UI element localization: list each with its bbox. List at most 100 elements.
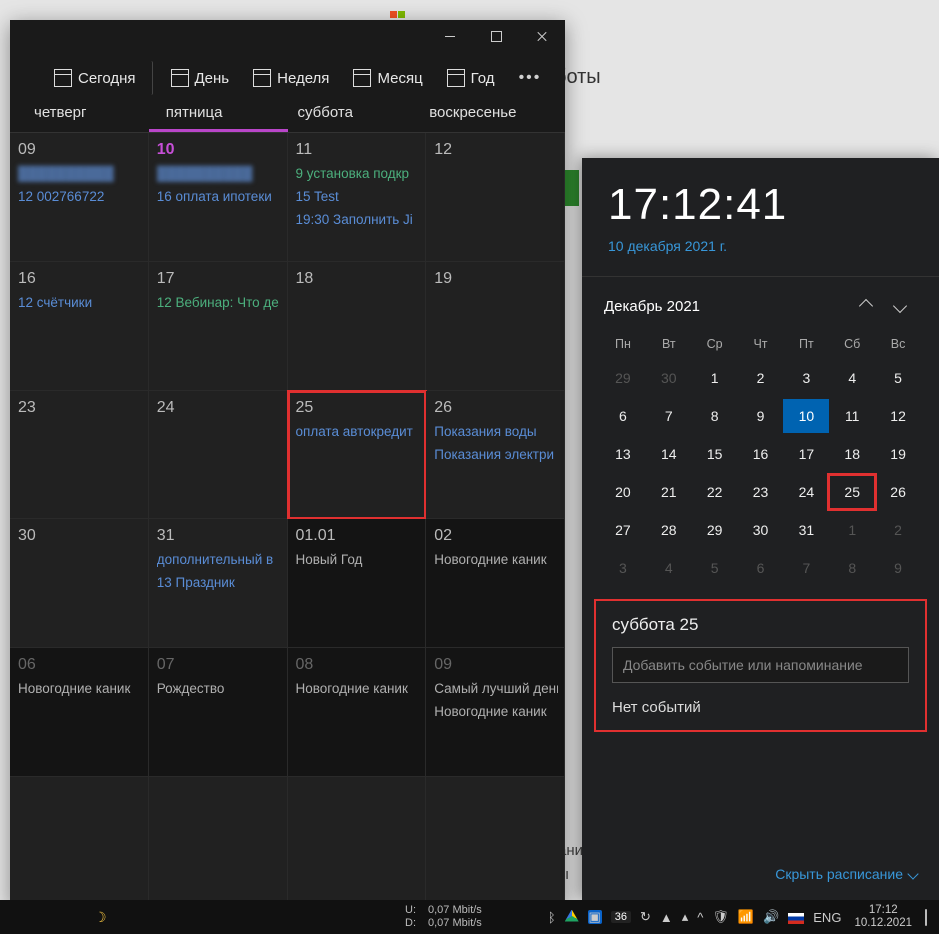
language-flag-icon[interactable] bbox=[788, 910, 804, 925]
calendar-cell[interactable]: 08Новогодние каник bbox=[288, 648, 427, 777]
window-maximize-button[interactable] bbox=[473, 20, 519, 52]
event-item[interactable]: 12 Вебинар: Что де bbox=[157, 292, 281, 315]
moon-icon[interactable]: ☽ bbox=[94, 909, 107, 926]
mini-day[interactable]: 20 bbox=[600, 475, 646, 509]
view-year-button[interactable]: Год bbox=[437, 61, 505, 95]
mini-day[interactable]: 29 bbox=[600, 361, 646, 395]
calendar-cell[interactable]: 12 bbox=[426, 133, 565, 262]
tray-app-icon[interactable]: ▲ bbox=[660, 910, 673, 925]
mini-day[interactable]: 5 bbox=[692, 551, 738, 585]
more-button[interactable]: ••• bbox=[509, 61, 552, 95]
event-item[interactable]: Новогодние каник bbox=[18, 678, 142, 701]
event-item[interactable]: ██████████ bbox=[18, 163, 142, 186]
event-item[interactable]: ██████████ bbox=[157, 163, 281, 186]
mini-day[interactable]: 7 bbox=[646, 399, 692, 433]
event-item[interactable]: Показания воды bbox=[434, 421, 558, 444]
mini-day[interactable]: 7 bbox=[783, 551, 829, 585]
calendar-cell[interactable]: 119 установка подкр15 Test19:30 Заполнит… bbox=[288, 133, 427, 262]
mini-day[interactable]: 9 bbox=[738, 399, 784, 433]
hide-schedule-link[interactable]: Скрыть расписание bbox=[775, 866, 917, 882]
month-next-button[interactable] bbox=[883, 293, 917, 319]
volume-icon[interactable]: 🔊 bbox=[763, 909, 779, 925]
calendar-cell[interactable]: 02Новогодние каник bbox=[426, 519, 565, 648]
event-item[interactable]: Показания электри bbox=[434, 444, 558, 467]
calendar-cell[interactable]: 19 bbox=[426, 262, 565, 391]
calendar-cell[interactable] bbox=[288, 777, 427, 906]
event-item[interactable]: Новогодние каник bbox=[434, 701, 558, 724]
calendar-cell[interactable]: 07Рождество bbox=[149, 648, 288, 777]
calendar-cell[interactable]: 1612 счётчики bbox=[10, 262, 149, 391]
mini-day[interactable]: 26 bbox=[875, 475, 921, 509]
calendar-cell[interactable] bbox=[149, 777, 288, 906]
event-item[interactable]: Новогодние каник bbox=[434, 549, 558, 572]
mini-day[interactable]: 23 bbox=[738, 475, 784, 509]
calendar-cell[interactable]: 09██████████12 002766722 bbox=[10, 133, 149, 262]
event-item[interactable]: Новогодние каник bbox=[296, 678, 420, 701]
event-item[interactable]: 12 счётчики bbox=[18, 292, 142, 315]
mini-day[interactable]: 6 bbox=[600, 399, 646, 433]
mini-day[interactable]: 18 bbox=[829, 437, 875, 471]
mini-day[interactable]: 4 bbox=[646, 551, 692, 585]
mini-day[interactable]: 24 bbox=[783, 475, 829, 509]
mini-day[interactable]: 12 bbox=[875, 399, 921, 433]
language-indicator[interactable]: ENG bbox=[813, 910, 841, 925]
event-item[interactable]: 9 установка подкр bbox=[296, 163, 420, 186]
calendar-cell[interactable]: 18 bbox=[288, 262, 427, 391]
tray-app-icon[interactable]: ▴ bbox=[682, 909, 689, 925]
mini-day[interactable]: 17 bbox=[783, 437, 829, 471]
add-event-input[interactable] bbox=[612, 647, 909, 683]
mini-day[interactable]: 9 bbox=[875, 551, 921, 585]
window-minimize-button[interactable] bbox=[427, 20, 473, 52]
bluetooth-icon[interactable]: ᛒ bbox=[548, 910, 556, 925]
mini-day[interactable]: 5 bbox=[875, 361, 921, 395]
calendar-cell[interactable]: 1712 Вебинар: Что де bbox=[149, 262, 288, 391]
calendar-cell[interactable]: 01.01Новый Год bbox=[288, 519, 427, 648]
event-item[interactable]: 13 Праздник bbox=[157, 572, 281, 595]
calendar-cell[interactable]: 31дополнительный в13 Праздник bbox=[149, 519, 288, 648]
mini-day[interactable]: 22 bbox=[692, 475, 738, 509]
mini-day[interactable]: 16 bbox=[738, 437, 784, 471]
calendar-cell[interactable]: 30 bbox=[10, 519, 149, 648]
mini-day[interactable]: 8 bbox=[692, 399, 738, 433]
google-drive-icon[interactable] bbox=[565, 910, 579, 925]
event-item[interactable]: 12 002766722 bbox=[18, 186, 142, 209]
mini-day[interactable]: 10 bbox=[783, 399, 829, 433]
calendar-cell[interactable]: 26Показания водыПоказания электри bbox=[426, 391, 565, 520]
sync-icon[interactable]: ↻ bbox=[640, 909, 651, 925]
calendar-cell[interactable] bbox=[10, 777, 149, 906]
mini-day[interactable]: 13 bbox=[600, 437, 646, 471]
mini-day[interactable]: 8 bbox=[829, 551, 875, 585]
mini-day[interactable]: 11 bbox=[829, 399, 875, 433]
mini-day[interactable]: 2 bbox=[738, 361, 784, 395]
event-item[interactable]: оплата автокредит bbox=[296, 421, 420, 444]
event-item[interactable]: Рождество bbox=[157, 678, 281, 701]
event-item[interactable]: 15 Test bbox=[296, 186, 420, 209]
mini-day[interactable]: 4 bbox=[829, 361, 875, 395]
mini-day[interactable]: 29 bbox=[692, 513, 738, 547]
wifi-icon[interactable]: 📶 bbox=[738, 909, 754, 925]
mini-day[interactable]: 30 bbox=[646, 361, 692, 395]
taskbar-clock[interactable]: 17:1210.12.2021 bbox=[850, 904, 916, 929]
event-item[interactable]: Новый Год bbox=[296, 549, 420, 572]
calendar-cell[interactable]: 24 bbox=[149, 391, 288, 520]
view-week-button[interactable]: Неделя bbox=[243, 61, 339, 95]
mini-day[interactable]: 1 bbox=[692, 361, 738, 395]
tray-chevron-icon[interactable]: ^ bbox=[697, 910, 703, 925]
event-item[interactable]: 16 оплата ипотеки bbox=[157, 186, 281, 209]
mini-day[interactable]: 3 bbox=[783, 361, 829, 395]
mini-day[interactable]: 31 bbox=[783, 513, 829, 547]
calendar-cell[interactable]: 23 bbox=[10, 391, 149, 520]
mini-day[interactable]: 6 bbox=[738, 551, 784, 585]
view-day-button[interactable]: День bbox=[161, 61, 240, 95]
mini-day[interactable]: 15 bbox=[692, 437, 738, 471]
mini-day[interactable]: 21 bbox=[646, 475, 692, 509]
mini-day[interactable]: 30 bbox=[738, 513, 784, 547]
event-item[interactable]: 19:30 Заполнить Ji bbox=[296, 209, 420, 232]
mini-day[interactable]: 2 bbox=[875, 513, 921, 547]
mini-day[interactable]: 27 bbox=[600, 513, 646, 547]
month-prev-button[interactable] bbox=[849, 293, 883, 319]
mini-day[interactable]: 3 bbox=[600, 551, 646, 585]
today-button[interactable]: Сегодня bbox=[44, 61, 153, 95]
flyout-date-link[interactable]: 10 декабря 2021 г. bbox=[608, 238, 913, 268]
mini-day[interactable]: 28 bbox=[646, 513, 692, 547]
